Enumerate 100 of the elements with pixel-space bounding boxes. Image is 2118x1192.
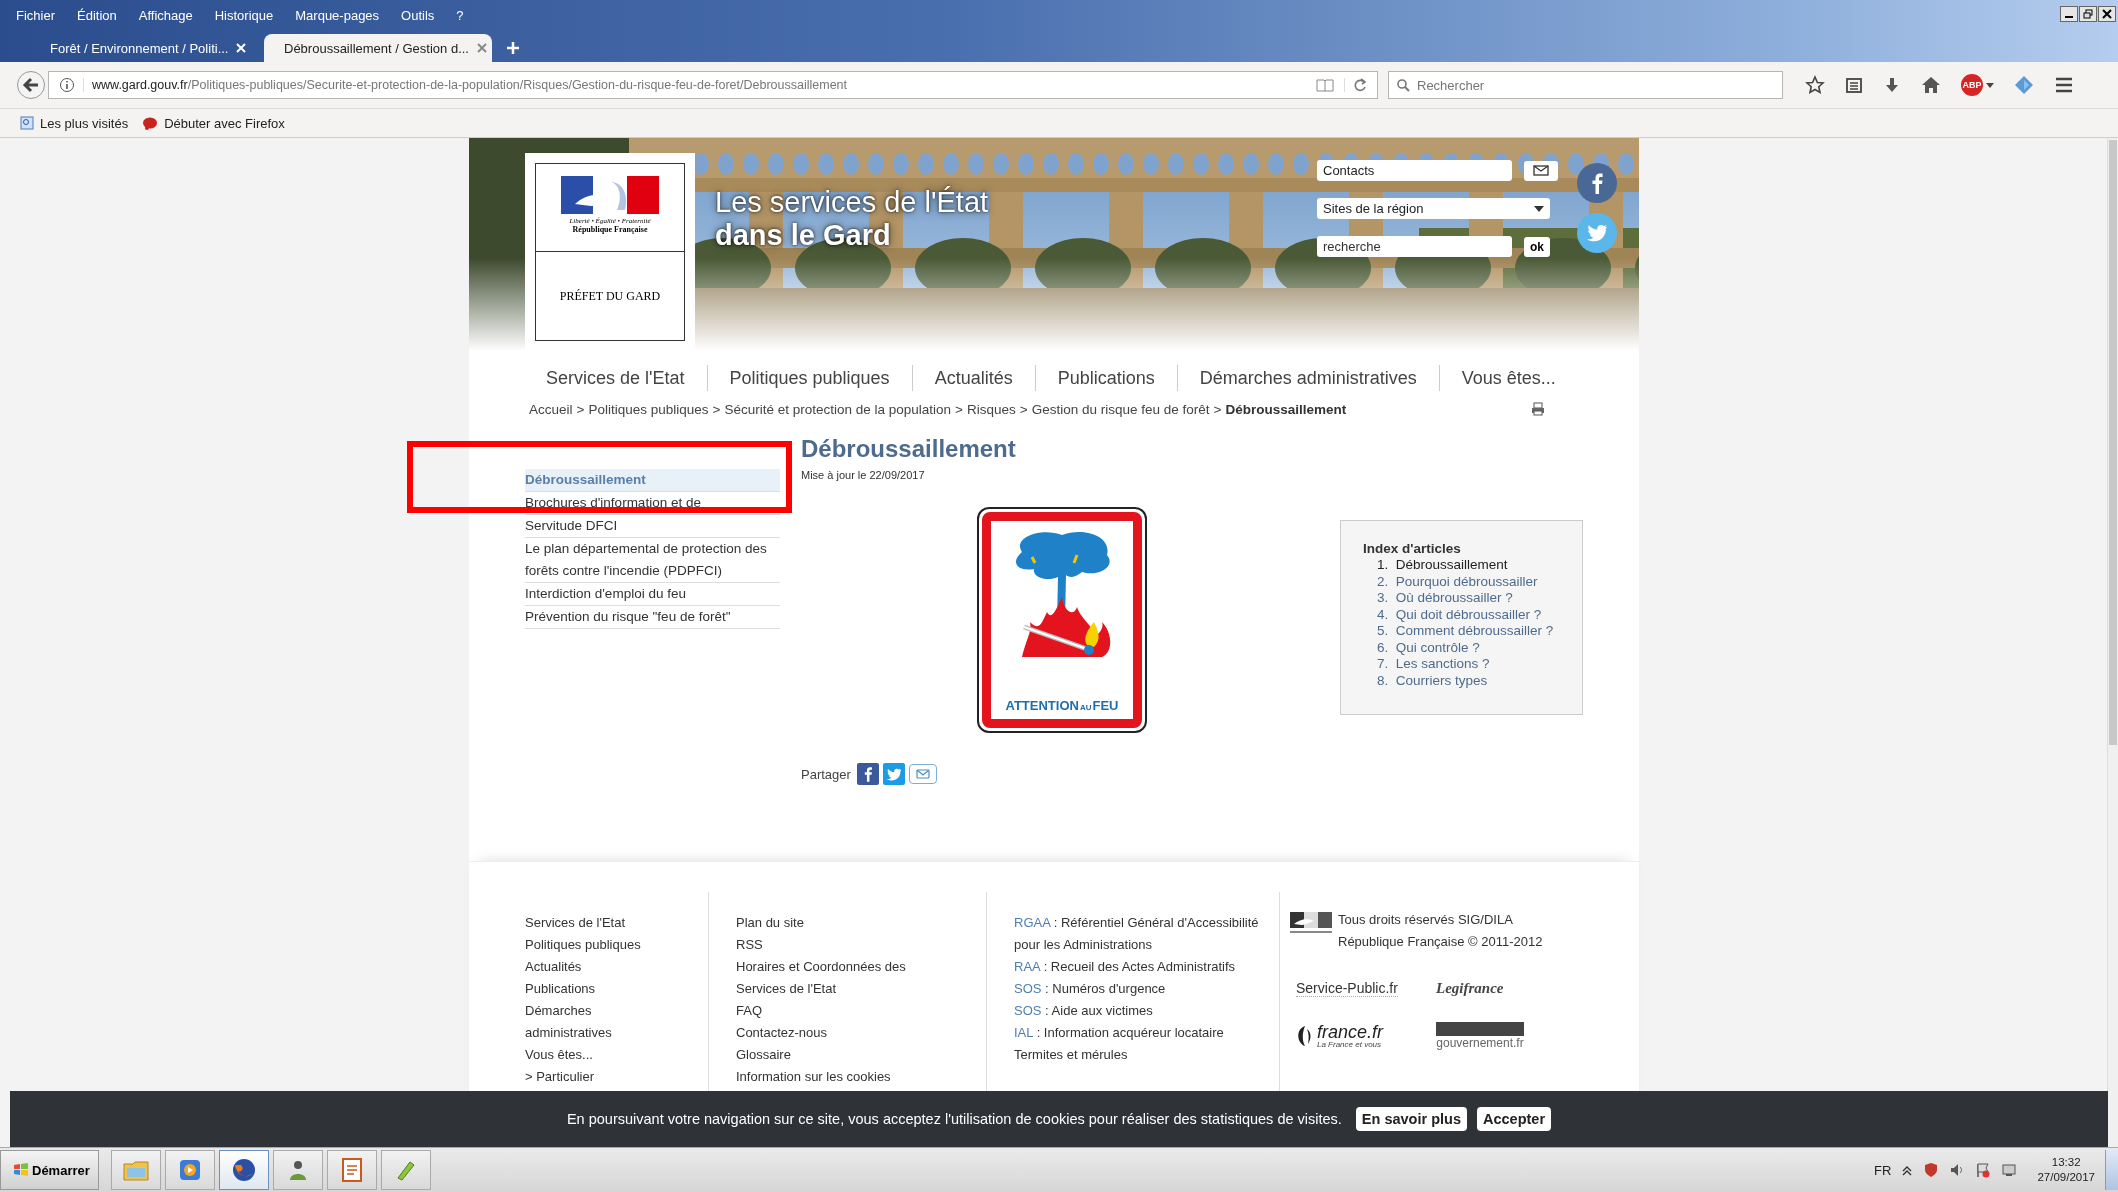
url-field[interactable]: www.gard.gouv.fr/Politiques-publiques/Securite-et-protection-de-la-population/Risques/Gestion-du-risque-feu-de-foret/Debroussaillement — [48, 71, 1378, 99]
partner-logo[interactable]: Service-Public.fr — [1296, 973, 1436, 1003]
menu-item[interactable]: Fichier — [16, 7, 55, 23]
network-icon[interactable] — [2001, 1162, 2018, 1178]
start-button[interactable]: Démarrer — [0, 1150, 99, 1190]
index-link[interactable]: 4. Qui doit débroussailler ? — [1363, 606, 1582, 623]
footer-link[interactable]: RGAA : Référentiel Général d'Accessibilité pour les Administrations — [1014, 912, 1279, 956]
reload-icon[interactable] — [1353, 78, 1367, 92]
search-field[interactable]: Rechercher — [1388, 71, 1783, 99]
footer-link[interactable]: Plan du site — [736, 912, 959, 934]
sidebar-link[interactable]: Le plan départemental de protection des forêts contre l'incendie (PDPFCI) — [525, 538, 780, 583]
region-dropdown[interactable]: Sites de la région — [1317, 198, 1550, 219]
breadcrumb-link[interactable]: Accueil — [529, 401, 573, 417]
flag-icon[interactable] — [1975, 1162, 1992, 1178]
index-link[interactable]: 8. Courriers types — [1363, 672, 1582, 689]
menu-item[interactable]: Marque-pages — [295, 7, 380, 23]
info-icon[interactable] — [59, 77, 75, 93]
breadcrumb-link[interactable]: Sécurité et protection de la population — [724, 401, 952, 417]
index-link[interactable]: 1. Débroussaillement — [1363, 557, 1582, 574]
nav-link[interactable]: Démarches administratives — [1176, 365, 1439, 391]
minimize-button[interactable] — [2060, 6, 2078, 22]
index-link[interactable]: 5. Comment débroussailler ? — [1363, 623, 1582, 640]
clipboard-icon[interactable] — [1845, 76, 1863, 94]
breadcrumb-link[interactable]: Risques — [966, 401, 1016, 417]
restore-button[interactable] — [2079, 6, 2097, 22]
browser-tab[interactable]: Débroussaillement / Gestion d... — [264, 34, 492, 62]
breadcrumb-link[interactable]: Gestion du risque feu de forêt — [1031, 401, 1210, 417]
chevron-icon[interactable] — [1901, 1164, 1914, 1176]
print-icon[interactable] — [1531, 402, 1545, 416]
close-button[interactable] — [2098, 6, 2116, 22]
facebook-share-button[interactable] — [856, 763, 879, 785]
contacts-link[interactable]: Contacts — [1317, 160, 1512, 181]
footer-link[interactable]: RSS — [736, 934, 959, 956]
index-link[interactable]: 6. Qui contrôle ? — [1363, 639, 1582, 656]
breadcrumb-separator: > — [955, 401, 963, 417]
back-icon[interactable] — [16, 70, 46, 100]
footer-link[interactable]: RAA : Recueil des Actes Administratifs — [1014, 956, 1279, 978]
menu-item[interactable]: Affichage — [138, 7, 193, 23]
nav-link[interactable]: Actualités — [911, 365, 1035, 391]
footer-link[interactable]: SOS : Aide aux victimes — [1014, 1000, 1279, 1022]
clock[interactable]: 13:32 27/09/2017 — [2037, 1155, 2095, 1185]
close-icon[interactable] — [477, 43, 487, 53]
sidebar-link[interactable]: Prévention du risque "feu de forêt" — [525, 606, 780, 629]
nav-link[interactable]: Publications — [1034, 365, 1177, 391]
footer-link[interactable]: Démarches administratives — [525, 1000, 675, 1044]
menu-item[interactable]: Édition — [77, 7, 117, 23]
cookie-button[interactable]: Accepter — [1477, 1107, 1552, 1131]
footer-link[interactable]: FAQ — [736, 1000, 959, 1022]
sidebar-link[interactable]: Interdiction d'emploi du feu — [525, 583, 780, 606]
footer-link[interactable]: IAL : Information acquéreur locataire — [1014, 1022, 1279, 1044]
browser-tab[interactable]: Forêt / Environnement / Politi... — [30, 34, 258, 62]
footer-link[interactable]: > Particulier — [525, 1066, 675, 1088]
footer-link[interactable]: Information sur les cookies — [736, 1066, 959, 1088]
bookmark-link[interactable]: Débuter avec Firefox — [142, 115, 285, 131]
taskbar-app[interactable] — [218, 1150, 269, 1190]
taskbar-app[interactable] — [164, 1150, 215, 1190]
menu-icon[interactable] — [2054, 76, 2074, 94]
new-tab-icon[interactable] — [506, 41, 520, 55]
footer-link[interactable]: Services de l'Etat — [525, 912, 675, 934]
star-icon[interactable] — [1805, 75, 1825, 95]
search-button[interactable]: ok — [1524, 236, 1550, 257]
site-search-field[interactable]: recherche — [1317, 236, 1512, 257]
nav-link[interactable]: Services de l'Etat — [525, 365, 707, 391]
twitter-share-button[interactable] — [882, 763, 905, 785]
language-indicator[interactable]: FR — [1874, 1162, 1892, 1178]
cookie-button[interactable]: En savoir plus — [1355, 1107, 1467, 1131]
sidebar-link[interactable]: Brochures d'information et de — [525, 492, 780, 515]
partner-logo[interactable]: france.fr La France et vous — [1296, 1021, 1436, 1051]
index-link[interactable]: 7. Les sanctions ? — [1363, 656, 1582, 673]
breadcrumb-link[interactable]: Politiques publiques — [588, 401, 709, 417]
minimize-icon — [2065, 16, 2073, 18]
partner-logo[interactable]: Legifrance — [1436, 973, 1556, 1003]
menu-item[interactable]: Historique — [214, 7, 274, 23]
footer-link[interactable]: Horaires et Coordonnées des Services de l'Etat — [736, 956, 959, 1000]
footer-link[interactable]: Termites et mérules — [1014, 1044, 1279, 1066]
shield-icon[interactable] — [1923, 1162, 1940, 1178]
footer-link[interactable]: Actualités — [525, 956, 675, 978]
footer-link[interactable]: Politiques publiques — [525, 934, 675, 956]
envelope-button[interactable] — [1524, 160, 1558, 181]
footer-link[interactable]: SOS : Numéros d'urgence — [1014, 978, 1279, 1000]
bookmark-link[interactable]: Les plus visités — [20, 115, 129, 131]
index-link[interactable]: 2. Pourquoi débroussailler — [1363, 573, 1582, 590]
menu-item[interactable]: Outils — [401, 7, 435, 23]
menu-item[interactable]: ? — [456, 7, 464, 23]
footer-link[interactable]: Contactez-nous — [736, 1022, 959, 1044]
taskbar-app[interactable] — [272, 1150, 323, 1190]
footer-link[interactable]: Glossaire — [736, 1044, 959, 1066]
home-icon[interactable] — [1921, 76, 1941, 94]
footer-link[interactable]: Vous êtes... — [525, 1044, 675, 1066]
partner-logo[interactable]: gouvernement.fr — [1436, 1021, 1556, 1051]
nav-link[interactable]: Vous êtes... — [1438, 365, 1578, 391]
sidebar-link[interactable]: Servitude DFCI — [525, 515, 780, 538]
download-icon[interactable] — [1883, 76, 1901, 94]
taskbar-app[interactable] — [326, 1150, 377, 1190]
footer-link[interactable]: Publications — [525, 978, 675, 1000]
nav-link[interactable]: Politiques publiques — [706, 365, 912, 391]
email-share-button[interactable] — [908, 764, 937, 784]
index-link[interactable]: 3. Où débroussailler ? — [1363, 590, 1582, 607]
diamond-icon[interactable] — [2014, 75, 2034, 95]
sidebar-link[interactable]: Débroussaillement — [525, 469, 780, 492]
